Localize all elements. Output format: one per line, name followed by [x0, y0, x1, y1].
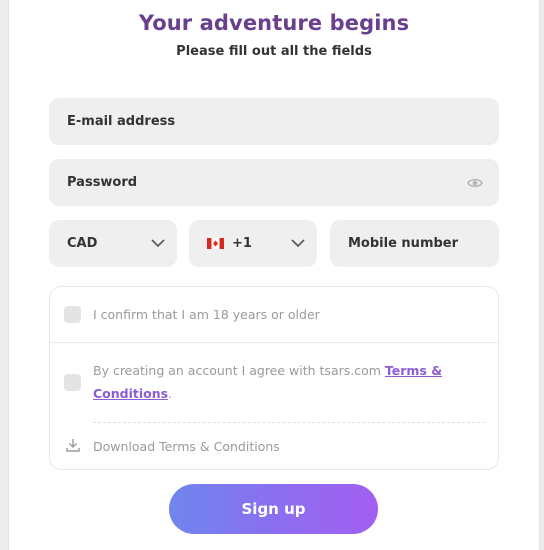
phone-code-value: +1 — [232, 236, 252, 251]
phone-code-select[interactable]: +1 — [189, 220, 317, 267]
signup-button[interactable]: Sign up — [169, 484, 378, 534]
terms-suffix: . — [168, 386, 173, 401]
terms-consent-text: By creating an account I agree with tsar… — [93, 359, 488, 405]
page-subtitle: Please fill out all the fields — [176, 44, 372, 59]
email-field[interactable]: E-mail address — [49, 98, 499, 145]
password-field[interactable]: Password — [49, 159, 499, 206]
chevron-down-icon — [151, 239, 165, 248]
age-consent-text: I confirm that I am 18 years or older — [93, 307, 320, 322]
email-label: E-mail address — [67, 114, 176, 129]
download-terms-link[interactable]: Download Terms & Conditions — [93, 435, 280, 458]
chevron-down-icon — [291, 239, 305, 248]
currency-value: CAD — [67, 236, 98, 251]
consent-panel: I confirm that I am 18 years or older By… — [49, 286, 499, 470]
password-label: Password — [67, 175, 138, 190]
dashed-divider — [93, 422, 485, 423]
download-icon[interactable] — [66, 438, 80, 452]
eye-icon[interactable] — [467, 175, 483, 191]
terms-checkbox[interactable] — [64, 374, 81, 391]
canada-flag-icon — [207, 238, 224, 249]
mobile-number-field[interactable]: Mobile number — [330, 220, 499, 267]
divider — [50, 342, 498, 343]
page-title: Your adventure begins — [138, 11, 410, 35]
currency-select[interactable]: CAD — [49, 220, 177, 267]
age-checkbox[interactable] — [64, 306, 81, 323]
terms-prefix: By creating an account I agree with tsar… — [93, 363, 381, 378]
mobile-label: Mobile number — [348, 236, 459, 251]
